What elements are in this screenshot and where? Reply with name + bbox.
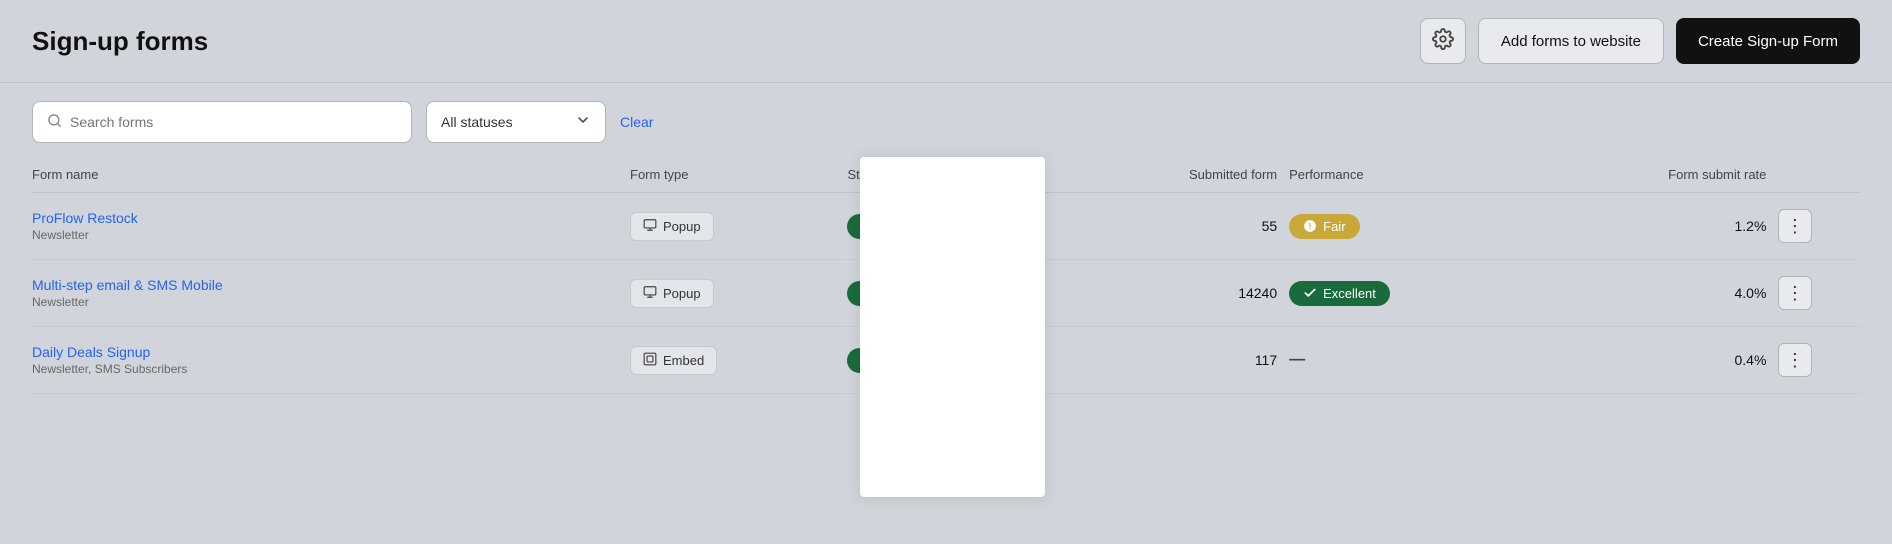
type-icon xyxy=(643,218,657,235)
page-wrapper: Sign-up forms Add forms to website Creat… xyxy=(0,0,1892,544)
table-row: Multi-step email & SMS Mobile Newsletter… xyxy=(32,260,1860,327)
form-sub: Newsletter xyxy=(32,228,618,242)
more-options-button[interactable]: ⋮ xyxy=(1778,276,1812,310)
header: Sign-up forms Add forms to website Creat… xyxy=(0,0,1892,83)
svg-text:!: ! xyxy=(1309,222,1312,231)
submit-rate: 1.2% xyxy=(1734,218,1766,234)
type-badge: Popup xyxy=(630,279,714,308)
type-label: Popup xyxy=(663,286,701,301)
settings-button[interactable] xyxy=(1420,18,1466,64)
status-label: Live xyxy=(881,219,905,234)
status-filter[interactable]: All statuses xyxy=(426,101,606,143)
performance-badge: ! Fair xyxy=(1289,214,1359,239)
status-label: Live xyxy=(881,353,905,368)
submitted-count: 14240 xyxy=(1238,285,1277,301)
form-name-link[interactable]: Multi-step email & SMS Mobile xyxy=(32,277,618,293)
form-name-link[interactable]: Daily Deals Signup xyxy=(32,344,618,360)
col-header-actions xyxy=(1778,157,1860,193)
type-icon xyxy=(643,285,657,302)
status-filter-label: All statuses xyxy=(441,114,567,130)
col-header-submitted: Submitted form xyxy=(1038,157,1289,193)
page-title: Sign-up forms xyxy=(32,26,208,57)
type-label: Embed xyxy=(663,353,704,368)
col-header-status: Status xyxy=(847,157,1037,193)
more-icon: ⋮ xyxy=(1786,217,1805,235)
search-icon xyxy=(47,113,62,132)
header-actions: Add forms to website Create Sign-up Form xyxy=(1420,18,1860,64)
status-label: Live xyxy=(881,286,905,301)
type-badge: Embed xyxy=(630,346,717,375)
more-options-button[interactable]: ⋮ xyxy=(1778,343,1812,377)
col-header-form-name: Form name xyxy=(32,157,630,193)
col-header-form-type: Form type xyxy=(630,157,847,193)
search-input[interactable] xyxy=(70,114,397,130)
more-options-button[interactable]: ⋮ xyxy=(1778,209,1812,243)
submitted-count: 55 xyxy=(1262,218,1278,234)
table-row: Daily Deals Signup Newsletter, SMS Subsc… xyxy=(32,327,1860,394)
performance-label: Excellent xyxy=(1323,286,1376,301)
status-badge: Live xyxy=(847,214,919,239)
col-header-rate: Form submit rate xyxy=(1561,157,1778,193)
form-name-link[interactable]: ProFlow Restock xyxy=(32,210,618,226)
status-badge: Live xyxy=(847,348,919,373)
status-badge: Live xyxy=(847,281,919,306)
gear-icon xyxy=(1432,28,1454,55)
type-icon xyxy=(643,352,657,369)
search-wrapper xyxy=(32,101,412,143)
performance-badge: — xyxy=(1289,351,1305,368)
chevron-down-icon xyxy=(575,112,591,133)
table-row: ProFlow Restock Newsletter Popup Live 55… xyxy=(32,193,1860,260)
toolbar: All statuses Clear xyxy=(0,83,1892,157)
form-sub: Newsletter, SMS Subscribers xyxy=(32,362,618,376)
live-icon xyxy=(861,219,875,233)
submitted-count: 117 xyxy=(1255,352,1277,368)
col-header-performance: Performance xyxy=(1289,157,1561,193)
create-form-button[interactable]: Create Sign-up Form xyxy=(1676,18,1860,64)
live-icon xyxy=(861,286,875,300)
performance-badge: Excellent xyxy=(1289,281,1390,306)
table-container: Form name Form type Status Submitted for… xyxy=(0,157,1892,394)
live-icon xyxy=(861,353,875,367)
form-sub: Newsletter xyxy=(32,295,618,309)
forms-table: Form name Form type Status Submitted for… xyxy=(32,157,1860,394)
more-icon: ⋮ xyxy=(1786,351,1805,369)
type-badge: Popup xyxy=(630,212,714,241)
submit-rate: 4.0% xyxy=(1734,285,1766,301)
submit-rate: 0.4% xyxy=(1734,352,1766,368)
clear-button[interactable]: Clear xyxy=(620,114,653,130)
type-label: Popup xyxy=(663,219,701,234)
performance-label: Fair xyxy=(1323,219,1345,234)
more-icon: ⋮ xyxy=(1786,284,1805,302)
add-forms-button[interactable]: Add forms to website xyxy=(1478,18,1664,64)
